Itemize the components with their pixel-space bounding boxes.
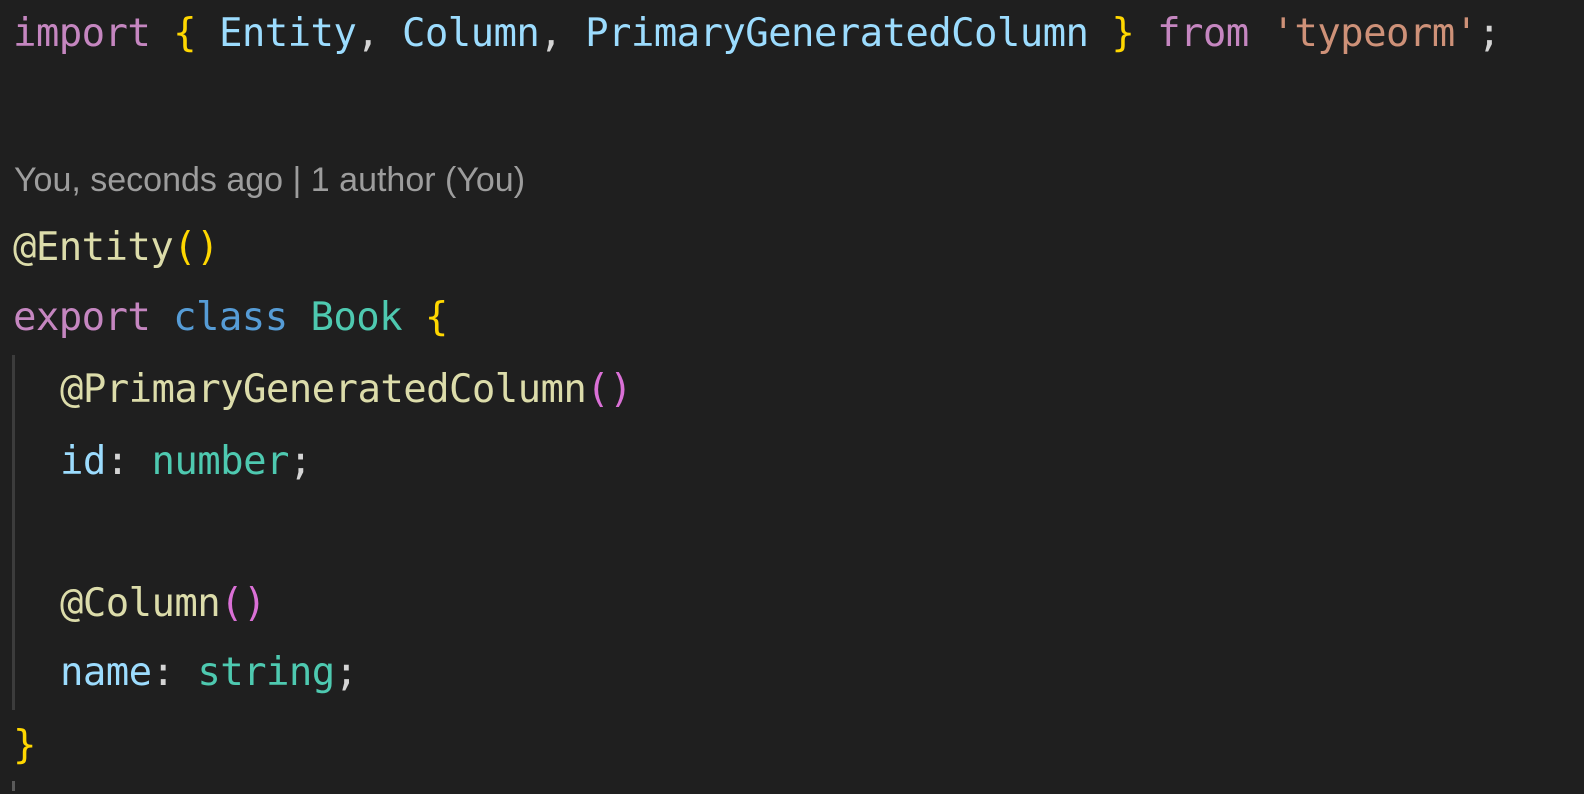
name-property-semicolon: ; [334,649,358,695]
column-decorator: @Column [60,580,221,626]
export-keyword: export [13,294,151,340]
code-line-column-decorator[interactable]: @Column () [60,573,267,633]
name-property-name: name [60,649,152,695]
import-primary-generated-column: PrimaryGeneratedColumn [585,10,1089,56]
indent-guide [12,355,15,710]
import-entity: Entity [218,10,357,56]
import-close-brace: } [1111,10,1135,56]
code-line-name-property[interactable]: name : string ; [60,642,358,702]
primary-generated-column-decorator: @PrimaryGeneratedColumn [60,366,587,412]
code-line-primary-decorator[interactable]: @PrimaryGeneratedColumn () [60,359,633,419]
code-line-class-close[interactable]: } [13,715,36,775]
class-name: Book [310,294,402,340]
code-line-class-declaration[interactable]: export class Book { [13,287,448,347]
import-keyword: import [13,10,151,56]
id-property-colon: : [105,438,129,484]
id-property-name: id [60,438,106,484]
code-line-id-property[interactable]: id : number ; [60,431,312,491]
import-semicolon: ; [1477,10,1501,56]
id-property-semicolon: ; [288,438,312,484]
class-close-brace: } [13,722,36,768]
code-line-entity-decorator[interactable]: @Entity () [13,217,220,277]
class-keyword: class [173,294,288,340]
code-editor[interactable]: import { Entity , Column , PrimaryGenera… [0,0,1584,794]
import-open-brace: { [173,10,197,56]
entity-decorator: @Entity [13,224,174,270]
primary-generated-column-parens: () [586,366,633,412]
column-decorator-parens: () [220,580,266,626]
import-comma-1: , [356,10,380,56]
cursor-line-marker [12,781,15,791]
import-comma-2: , [539,10,563,56]
code-line-import[interactable]: import { Entity , Column , PrimaryGenera… [13,3,1501,63]
git-blame-codelens[interactable]: You, seconds ago | 1 author (You) [14,160,525,200]
name-property-colon: : [151,649,175,695]
name-property-type: string [197,649,335,695]
module-string: 'typeorm' [1271,10,1479,56]
entity-decorator-parens: () [173,224,219,270]
class-open-brace: { [424,294,448,340]
import-column: Column [402,10,540,56]
id-property-type: number [151,438,290,484]
from-keyword: from [1157,10,1249,56]
